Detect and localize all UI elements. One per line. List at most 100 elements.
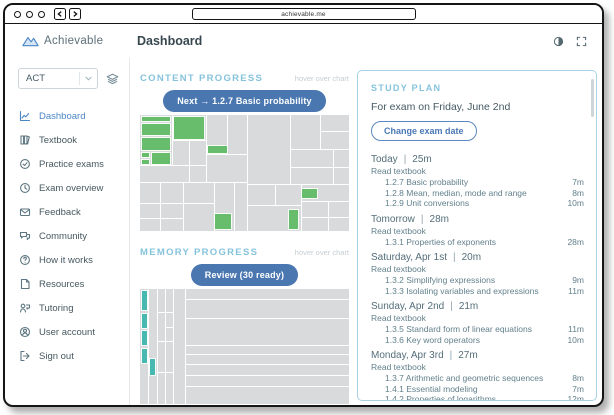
- treemap-gridline: [248, 205, 300, 206]
- day-label: Tomorrow: [371, 214, 415, 225]
- sidebar-item-label: Practice exams: [39, 159, 104, 170]
- community-icon: [19, 230, 31, 242]
- sidebar-item-user-account[interactable]: User account: [5, 320, 129, 344]
- treemap-gridline: [247, 115, 248, 231]
- study-plan-item[interactable]: 1.2.9 Unit conversions10m: [371, 198, 584, 209]
- study-plan-day-header: Saturday, Apr 1st|20m: [371, 251, 584, 264]
- treemap-cell-green: [288, 209, 299, 230]
- item-title: 1.2.8 Mean, median, mode and range: [385, 188, 527, 199]
- study-plan-item[interactable]: 1.3.2 Simplifying expressions9m: [371, 275, 584, 286]
- sidebar-item-practice-exams[interactable]: Practice exams: [5, 152, 129, 176]
- url-bar[interactable]: achievable.me: [192, 8, 416, 20]
- study-plan-task-label: Read textbook: [371, 313, 584, 324]
- day-separator: |: [404, 154, 407, 165]
- study-plan-item[interactable]: 1.4.1 Essential modeling7m: [371, 384, 584, 395]
- treemap-gridline: [186, 318, 349, 319]
- item-title: 1.3.1 Properties of exponents: [385, 237, 496, 248]
- treemap-gridline: [140, 203, 214, 204]
- memory-progress-hint: hover over chart: [295, 248, 349, 257]
- item-title: 1.3.5 Standard form of linear equations: [385, 324, 532, 335]
- study-plan-day-header: Monday, Apr 3rd|27m: [371, 349, 584, 362]
- item-title: 1.2.7 Basic probability: [385, 177, 468, 188]
- treemap-gridline: [189, 141, 190, 183]
- sidebar-item-resources[interactable]: Resources: [5, 272, 129, 296]
- sign-out-icon: [19, 350, 31, 362]
- app-logo[interactable]: Achievable: [5, 34, 130, 48]
- item-title: 1.3.3 Isolating variables and expression…: [385, 286, 539, 297]
- day-label: Today: [371, 154, 398, 165]
- treemap-gridline: [320, 115, 321, 149]
- study-plan-item[interactable]: 1.4.2 Properties of logarithms12m: [371, 394, 584, 401]
- forward-icon: [72, 11, 78, 17]
- sidebar-item-sign-out[interactable]: Sign out: [5, 344, 129, 368]
- study-plan-scrollbar[interactable]: [591, 79, 594, 117]
- sidebar-item-community[interactable]: Community: [5, 224, 129, 248]
- treemap-gridline: [186, 354, 349, 355]
- study-plan-item[interactable]: 1.2.7 Basic probability7m: [371, 177, 584, 188]
- sidebar-item-label: Tutoring: [39, 303, 74, 314]
- item-duration: 8m: [572, 373, 584, 384]
- study-plan-days: Today|25mRead textbook1.2.7 Basic probab…: [371, 153, 584, 401]
- sidebar-item-dashboard[interactable]: Dashboard: [5, 104, 129, 128]
- treemap-gridline: [227, 115, 228, 145]
- sidebar-item-exam-overview[interactable]: Exam overview: [5, 176, 129, 200]
- textbook-icon: [19, 134, 31, 146]
- app-header: Achievable Dashboard: [5, 24, 602, 58]
- back-button[interactable]: [54, 8, 66, 20]
- review-button[interactable]: Review (30 ready): [191, 264, 298, 286]
- treemap-gridline: [333, 149, 334, 184]
- item-duration: 7m: [572, 384, 584, 395]
- sidebar-item-label: Feedback: [39, 207, 81, 218]
- page-title: Dashboard: [137, 34, 202, 48]
- window-control-button[interactable]: [26, 11, 33, 18]
- study-plan-day-header: Today | 25m: [371, 153, 584, 166]
- browser-chrome: achievable.me: [5, 5, 602, 24]
- day-duration: 25m: [412, 154, 431, 165]
- fullscreen-icon[interactable]: [576, 36, 587, 47]
- treemap-gridline: [275, 185, 276, 206]
- study-plan-task-label: Read textbook: [371, 166, 584, 177]
- study-plan-item[interactable]: 1.3.1 Properties of exponents28m: [371, 237, 584, 248]
- layers-icon[interactable]: [106, 73, 119, 85]
- day-duration: 20m: [462, 252, 481, 263]
- forward-button[interactable]: [69, 8, 81, 20]
- study-plan-item[interactable]: 1.3.6 Key word operators10m: [371, 335, 584, 346]
- study-plan-day-header: Tomorrow|28m: [371, 213, 584, 226]
- next-lesson-button[interactable]: Next → 1.2.7 Basic probability: [163, 90, 326, 112]
- change-exam-date-button[interactable]: Change exam date: [371, 121, 477, 141]
- practice-exams-icon: [19, 158, 31, 170]
- treemap-cell-teal: [141, 348, 148, 364]
- day-duration: 27m: [458, 350, 477, 361]
- study-plan-item[interactable]: 1.3.5 Standard form of linear equations1…: [371, 324, 584, 335]
- study-plan-day: Today | 25mRead textbook1.2.7 Basic probab…: [371, 153, 584, 209]
- memory-progress-treemap[interactable]: [140, 289, 349, 404]
- window-control-button[interactable]: [14, 11, 21, 18]
- sidebar-item-label: Sign out: [39, 351, 74, 362]
- day-label: Saturday, Apr 1st: [371, 252, 447, 263]
- sidebar-item-how-it-works[interactable]: How it works: [5, 248, 129, 272]
- treemap-cell-teal: [141, 313, 148, 329]
- theme-toggle-icon[interactable]: [553, 36, 564, 47]
- sidebar-item-feedback[interactable]: Feedback: [5, 200, 129, 224]
- treemap-cell-green: [151, 152, 171, 166]
- sidebar-item-label: Dashboard: [39, 111, 85, 122]
- item-duration: 10m: [567, 335, 584, 346]
- content-progress-treemap[interactable]: [140, 115, 349, 231]
- study-plan-item[interactable]: 1.3.7 Arithmetic and geometric sequences…: [371, 373, 584, 384]
- course-select[interactable]: ACT: [18, 68, 98, 89]
- window-control-button[interactable]: [38, 11, 45, 18]
- study-plan-day: Monday, Apr 3rd|27mRead textbook1.3.7 Ar…: [371, 349, 584, 401]
- sidebar-nav: Dashboard Textbook Practice exams Exam over…: [5, 104, 129, 368]
- study-plan-item[interactable]: 1.2.8 Mean, median, mode and range8m: [371, 188, 584, 199]
- sidebar-item-tutoring[interactable]: Tutoring: [5, 296, 129, 320]
- treemap-gridline: [290, 149, 349, 150]
- study-plan-item[interactable]: 1.3.3 Isolating variables and expression…: [371, 286, 584, 297]
- treemap-gridline: [185, 289, 186, 404]
- treemap-gridline: [320, 131, 349, 132]
- item-duration: 9m: [572, 275, 584, 286]
- sidebar-item-textbook[interactable]: Textbook: [5, 128, 129, 152]
- resources-icon: [19, 278, 31, 290]
- treemap-gridline: [157, 289, 158, 404]
- study-plan-task-label: Read textbook: [371, 264, 584, 275]
- treemap-gridline: [248, 184, 349, 185]
